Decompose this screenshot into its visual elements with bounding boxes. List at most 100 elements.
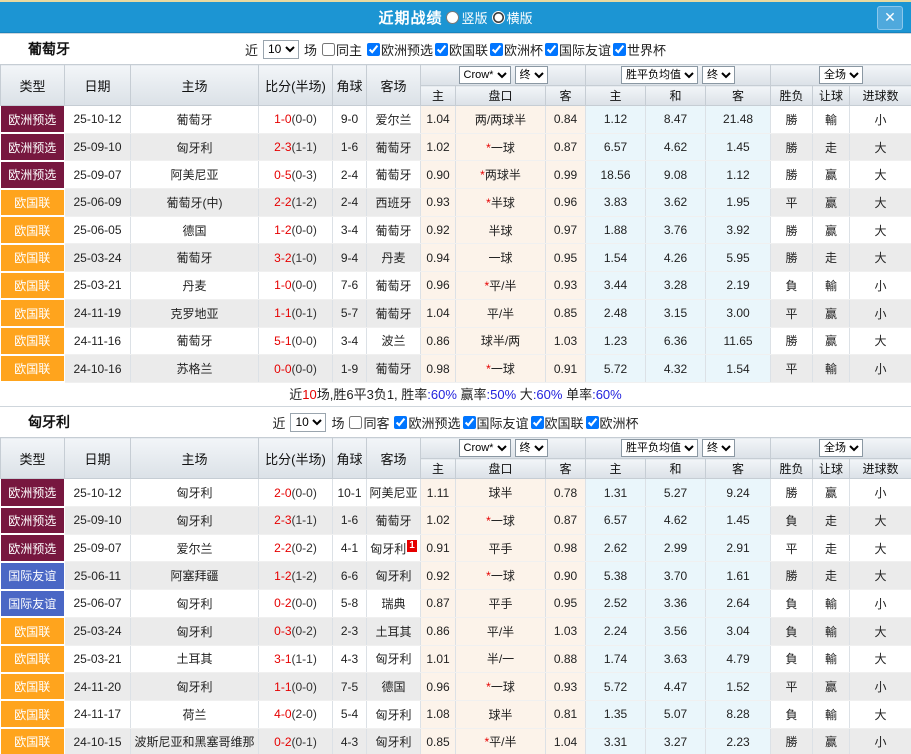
avg-stage-select[interactable]: 终 xyxy=(702,439,735,457)
competition-filter[interactable]: 欧国联 xyxy=(433,40,488,59)
handicap-away-odds: 0.99 xyxy=(546,161,586,189)
fulltime-select[interactable]: 全场 xyxy=(819,439,863,457)
score: 1-1(0-1) xyxy=(259,299,333,327)
handicap-line: 一球 xyxy=(456,244,546,272)
same-venue-checkbox[interactable] xyxy=(322,43,335,56)
layout-vertical-radio-input[interactable] xyxy=(446,11,459,24)
match-date: 25-06-09 xyxy=(65,189,131,217)
wdl-average-select[interactable]: 胜平负均值 xyxy=(621,66,698,84)
goals-mark: 大 xyxy=(850,562,911,590)
competition-checkbox[interactable] xyxy=(545,43,558,56)
avg-away-odds: 2.91 xyxy=(706,534,771,562)
competition-type-badge: 欧洲预选 xyxy=(1,106,65,134)
layout-horizontal-radio[interactable]: 横版 xyxy=(492,8,533,27)
competition-filter[interactable]: 世界杯 xyxy=(611,40,666,59)
fulltime-select[interactable]: 全场 xyxy=(819,66,863,84)
layout-vertical-radio[interactable]: 竖版 xyxy=(446,8,487,27)
home-team: 苏格兰 xyxy=(131,355,259,383)
layout-horizontal-radio-input[interactable] xyxy=(492,11,505,24)
competition-checkbox[interactable] xyxy=(490,43,503,56)
competition-filter[interactable]: 欧洲预选 xyxy=(392,413,460,432)
sections-container: 近 10 场 同主 欧洲预选欧国联欧洲杯国际友谊世界杯 葡萄牙 类型 日期 主场… xyxy=(0,33,911,754)
handicap-away-odds: 0.91 xyxy=(546,355,586,383)
goals-mark: 大 xyxy=(850,244,911,272)
result-mark: 勝 xyxy=(771,216,813,244)
score: 2-2(1-2) xyxy=(259,189,333,217)
handicap-away-odds: 0.87 xyxy=(546,507,586,535)
recent-count-select[interactable]: 10 xyxy=(263,40,299,59)
avg-draw-odds: 4.26 xyxy=(646,244,706,272)
result-mark: 勝 xyxy=(771,244,813,272)
bookmaker-select[interactable]: Crow* xyxy=(459,439,511,457)
match-row: 欧国联24-10-15波斯尼亚和黑塞哥维那0-2(0-1)4-3匈牙利0.85*… xyxy=(1,728,911,754)
odds-stage-select[interactable]: 终 xyxy=(515,66,548,84)
odds-stage-select[interactable]: 终 xyxy=(515,439,548,457)
competition-type-badge: 欧国联 xyxy=(1,355,65,383)
bookmaker-select[interactable]: Crow* xyxy=(459,66,511,84)
competition-type-badge: 欧洲预选 xyxy=(1,479,65,507)
summary-text: 10 xyxy=(302,387,316,402)
result-mark: 勝 xyxy=(771,479,813,507)
competition-filter[interactable]: 欧洲杯 xyxy=(488,40,543,59)
competition-checkbox[interactable] xyxy=(367,43,380,56)
competition-filter[interactable]: 欧洲杯 xyxy=(584,413,639,432)
home-team: 葡萄牙 xyxy=(131,327,259,355)
competition-type-badge: 欧洲预选 xyxy=(1,161,65,189)
home-team: 匈牙利 xyxy=(131,590,259,618)
result-mark: 勝 xyxy=(771,728,813,754)
let-ball-mark: 赢 xyxy=(813,728,850,754)
competition-label: 国际友谊 xyxy=(559,40,611,59)
avg-home-odds: 5.72 xyxy=(586,673,646,701)
let-ball-mark: 輸 xyxy=(813,645,850,673)
avg-stage-select[interactable]: 终 xyxy=(702,66,735,84)
away-team: 德国 xyxy=(367,673,421,701)
competition-label: 欧洲杯 xyxy=(504,40,543,59)
handicap-home-odds: 0.92 xyxy=(421,216,456,244)
competition-checkbox[interactable] xyxy=(586,416,599,429)
goals-mark: 大 xyxy=(850,161,911,189)
recent-count-select[interactable]: 10 xyxy=(290,413,326,432)
competition-filter[interactable]: 国际友谊 xyxy=(461,413,529,432)
corner-score: 4-3 xyxy=(333,645,367,673)
competition-label: 欧国联 xyxy=(545,413,584,432)
handicap-group-header: Crow*终 xyxy=(421,65,586,86)
match-date: 25-10-12 xyxy=(65,479,131,507)
away-team: 丹麦 xyxy=(367,244,421,272)
avg-draw-odds: 5.27 xyxy=(646,479,706,507)
avg-draw-odds: 3.63 xyxy=(646,645,706,673)
result-mark: 平 xyxy=(771,189,813,217)
avg-draw-odds: 5.07 xyxy=(646,700,706,728)
wdl-average-select[interactable]: 胜平负均值 xyxy=(621,439,698,457)
handicap-line: 平/半 xyxy=(456,617,546,645)
handicap-home-odds: 0.91 xyxy=(421,534,456,562)
competition-checkbox[interactable] xyxy=(394,416,407,429)
competition-filter[interactable]: 欧洲预选 xyxy=(365,40,433,59)
away-team: 葡萄牙 xyxy=(367,355,421,383)
competition-checkbox[interactable] xyxy=(613,43,626,56)
competition-checkbox[interactable] xyxy=(463,416,476,429)
match-date: 25-06-07 xyxy=(65,590,131,618)
close-icon[interactable]: ✕ xyxy=(877,6,903,30)
handicap-home-odds: 1.08 xyxy=(421,700,456,728)
same-venue-checkbox[interactable] xyxy=(349,416,362,429)
avg-home-odds: 2.48 xyxy=(586,299,646,327)
same-venue-filter[interactable]: 同主 xyxy=(320,40,362,59)
competition-checkbox[interactable] xyxy=(531,416,544,429)
handicap-line: 平/半 xyxy=(456,299,546,327)
let-ball-mark: 輸 xyxy=(813,106,850,134)
corner-score: 5-7 xyxy=(333,299,367,327)
competition-filter[interactable]: 欧国联 xyxy=(529,413,584,432)
avg-home-odds: 1.88 xyxy=(586,216,646,244)
sub-header-avg-away: 客 xyxy=(706,459,771,479)
same-venue-filter[interactable]: 同客 xyxy=(347,413,389,432)
competition-checkbox[interactable] xyxy=(435,43,448,56)
avg-home-odds: 2.52 xyxy=(586,590,646,618)
let-ball-mark: 赢 xyxy=(813,327,850,355)
result-mark: 勝 xyxy=(771,133,813,161)
sub-header-avg-draw: 和 xyxy=(646,86,706,106)
team-section: 近 10 场 同主 欧洲预选欧国联欧洲杯国际友谊世界杯 葡萄牙 类型 日期 主场… xyxy=(0,33,911,406)
avg-away-odds: 2.23 xyxy=(706,728,771,754)
away-team: 葡萄牙 xyxy=(367,507,421,535)
match-date: 25-03-21 xyxy=(65,645,131,673)
competition-filter[interactable]: 国际友谊 xyxy=(543,40,611,59)
